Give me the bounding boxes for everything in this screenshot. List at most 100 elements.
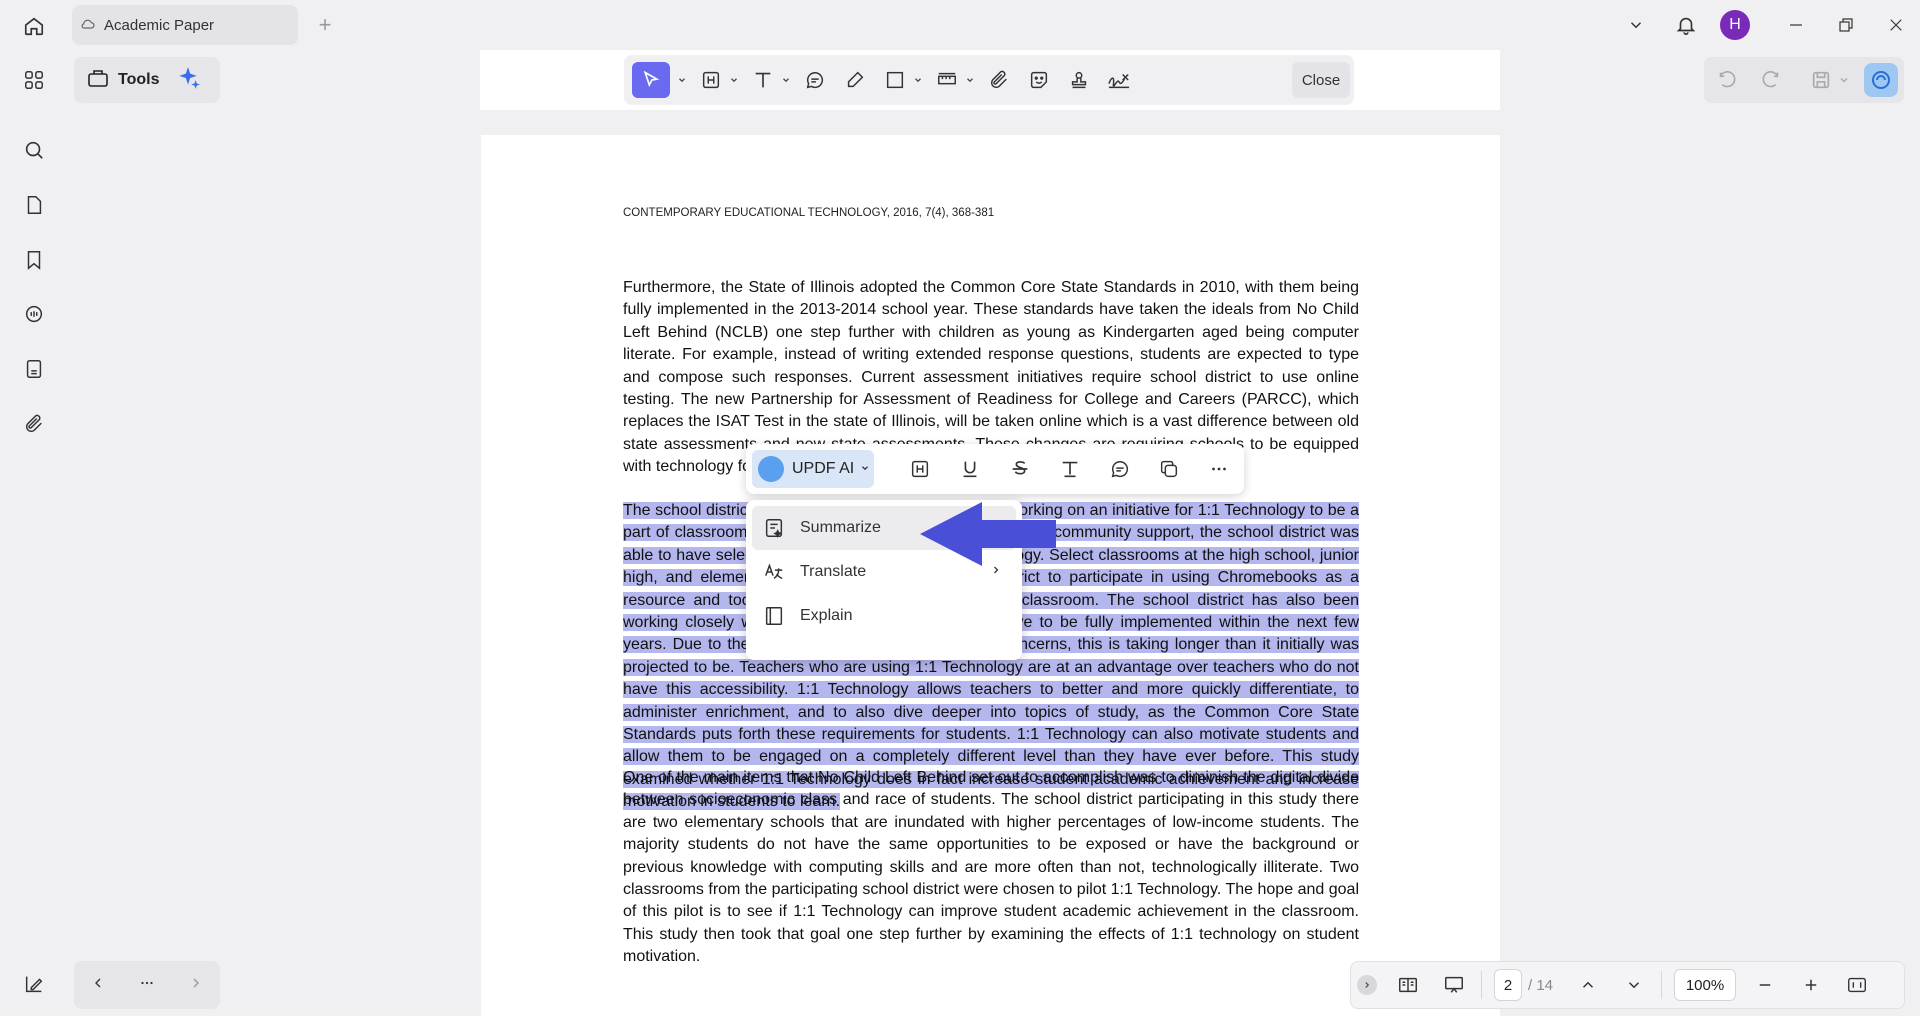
- paragraph-3-text: One of the main items that No Child Left…: [623, 769, 1359, 966]
- chevron-down-icon: [728, 75, 740, 85]
- redo-icon[interactable]: [1760, 69, 1782, 96]
- tools-button[interactable]: Tools: [74, 57, 220, 103]
- page-nav-controls: [74, 961, 220, 1009]
- select-tool[interactable]: [632, 62, 670, 98]
- chevron-down-icon: [676, 75, 688, 85]
- chevron-up-icon[interactable]: [1565, 967, 1611, 1003]
- highlight-icon: [694, 63, 728, 97]
- new-tab-button[interactable]: +: [313, 12, 337, 37]
- comment-tool[interactable]: [798, 62, 832, 98]
- updf-ai-button[interactable]: UPDF AI: [752, 450, 874, 488]
- sticker-icon: [1022, 63, 1056, 97]
- page-thumbnail-icon[interactable]: [20, 191, 48, 219]
- restore-icon[interactable]: [1832, 10, 1860, 40]
- collapse-controls-icon[interactable]: [1357, 975, 1377, 995]
- minimize-icon[interactable]: [1782, 10, 1810, 40]
- toolbox-icon: [86, 66, 110, 95]
- form-icon[interactable]: [20, 355, 48, 383]
- updf-ai-label: UPDF AI: [792, 460, 855, 477]
- chevron-down-icon: [912, 75, 924, 85]
- select-tool-caret[interactable]: [676, 62, 688, 98]
- shape-tool[interactable]: [878, 62, 924, 98]
- divider: [1661, 971, 1663, 999]
- ai-sparkle-icon[interactable]: [175, 65, 201, 96]
- bookmark-icon[interactable]: [20, 246, 48, 274]
- text-icon[interactable]: [1045, 450, 1095, 488]
- comments-icon[interactable]: [20, 300, 48, 328]
- attach-tool[interactable]: [982, 62, 1016, 98]
- stamp-tool[interactable]: [1062, 62, 1096, 98]
- cloud-icon: [80, 16, 98, 34]
- layout-pen-icon[interactable]: [20, 970, 48, 998]
- tab-title: Academic Paper: [104, 16, 215, 34]
- presentation-icon[interactable]: [1431, 967, 1477, 1003]
- close-button[interactable]: Close: [1292, 62, 1350, 98]
- updf-ai-icon[interactable]: [1864, 63, 1898, 97]
- comment-icon: [798, 63, 832, 97]
- copy-icon[interactable]: [1144, 450, 1194, 488]
- more-icon[interactable]: [138, 974, 156, 997]
- avatar[interactable]: H: [1720, 10, 1750, 40]
- comment-icon[interactable]: [1095, 450, 1145, 488]
- more-icon[interactable]: [1194, 450, 1244, 488]
- undo-icon[interactable]: [1716, 69, 1738, 96]
- chevron-down-icon[interactable]: [1622, 10, 1650, 40]
- zoom-in-icon[interactable]: [1788, 967, 1834, 1003]
- updf-ai-logo-icon: [758, 456, 784, 482]
- menu-item-label: Explain: [800, 607, 853, 624]
- attachment-icon[interactable]: [20, 410, 48, 438]
- apps-grid-icon[interactable]: [20, 66, 48, 94]
- actual-size-icon[interactable]: [1834, 967, 1880, 1003]
- ruler-icon: [930, 63, 964, 97]
- chevron-down-icon[interactable]: [1611, 967, 1657, 1003]
- rectangle-icon: [878, 63, 912, 97]
- menu-item-label: Summarize: [800, 519, 881, 536]
- document-tab[interactable]: Academic Paper: [72, 5, 298, 45]
- summarize-icon: [762, 516, 786, 540]
- page-layout-icon[interactable]: [1385, 967, 1431, 1003]
- divider: [1481, 971, 1482, 999]
- right-toolbar: [1704, 57, 1904, 103]
- book-icon: [762, 604, 786, 628]
- chevron-right-icon[interactable]: [188, 975, 204, 996]
- menu-item-label: Translate: [800, 563, 867, 580]
- page-controls: 2 / 14 100%: [1350, 961, 1905, 1009]
- zoom-level-input[interactable]: 100%: [1674, 969, 1737, 1001]
- arrow-annotation-icon: [920, 502, 1056, 566]
- highlight-tool[interactable]: [694, 62, 740, 98]
- highlight-icon[interactable]: [896, 450, 946, 488]
- underline-icon[interactable]: [945, 450, 995, 488]
- paragraph-3: One of the main items that No Child Left…: [623, 767, 1359, 969]
- chevron-down-icon: [780, 75, 792, 85]
- total-pages: / 14: [1528, 976, 1554, 994]
- paperclip-icon: [982, 63, 1016, 97]
- close-window-icon[interactable]: [1882, 10, 1910, 40]
- avatar-initial: H: [1720, 10, 1750, 40]
- edit-toolbar: Close: [624, 55, 1354, 105]
- signature-tool[interactable]: [1102, 62, 1136, 98]
- left-rail: [0, 50, 66, 1016]
- sticker-tool[interactable]: [1022, 62, 1056, 98]
- chevron-down-icon[interactable]: [1838, 73, 1850, 91]
- chevron-down-icon: [964, 75, 976, 85]
- bell-icon[interactable]: [1672, 10, 1700, 40]
- menu-item-explain[interactable]: Explain: [752, 594, 1016, 638]
- strikethrough-icon[interactable]: [995, 450, 1045, 488]
- save-icon[interactable]: [1810, 69, 1832, 96]
- chevron-left-icon[interactable]: [90, 975, 106, 996]
- pen-icon: [838, 63, 872, 97]
- pen-tool[interactable]: [838, 62, 872, 98]
- signature-icon: [1102, 63, 1136, 97]
- text-tool[interactable]: [746, 62, 792, 98]
- title-bar: Academic Paper + H: [0, 0, 1920, 50]
- current-page-input[interactable]: 2: [1494, 969, 1522, 1001]
- search-icon[interactable]: [20, 136, 48, 164]
- zoom-out-icon[interactable]: [1742, 967, 1788, 1003]
- stamp-icon: [1062, 63, 1096, 97]
- home-icon[interactable]: [20, 12, 48, 40]
- selection-toolbar: UPDF AI: [746, 444, 1244, 494]
- translate-icon: [762, 560, 786, 584]
- tools-label: Tools: [118, 71, 160, 88]
- measure-tool[interactable]: [930, 62, 976, 98]
- text-icon: [746, 63, 780, 97]
